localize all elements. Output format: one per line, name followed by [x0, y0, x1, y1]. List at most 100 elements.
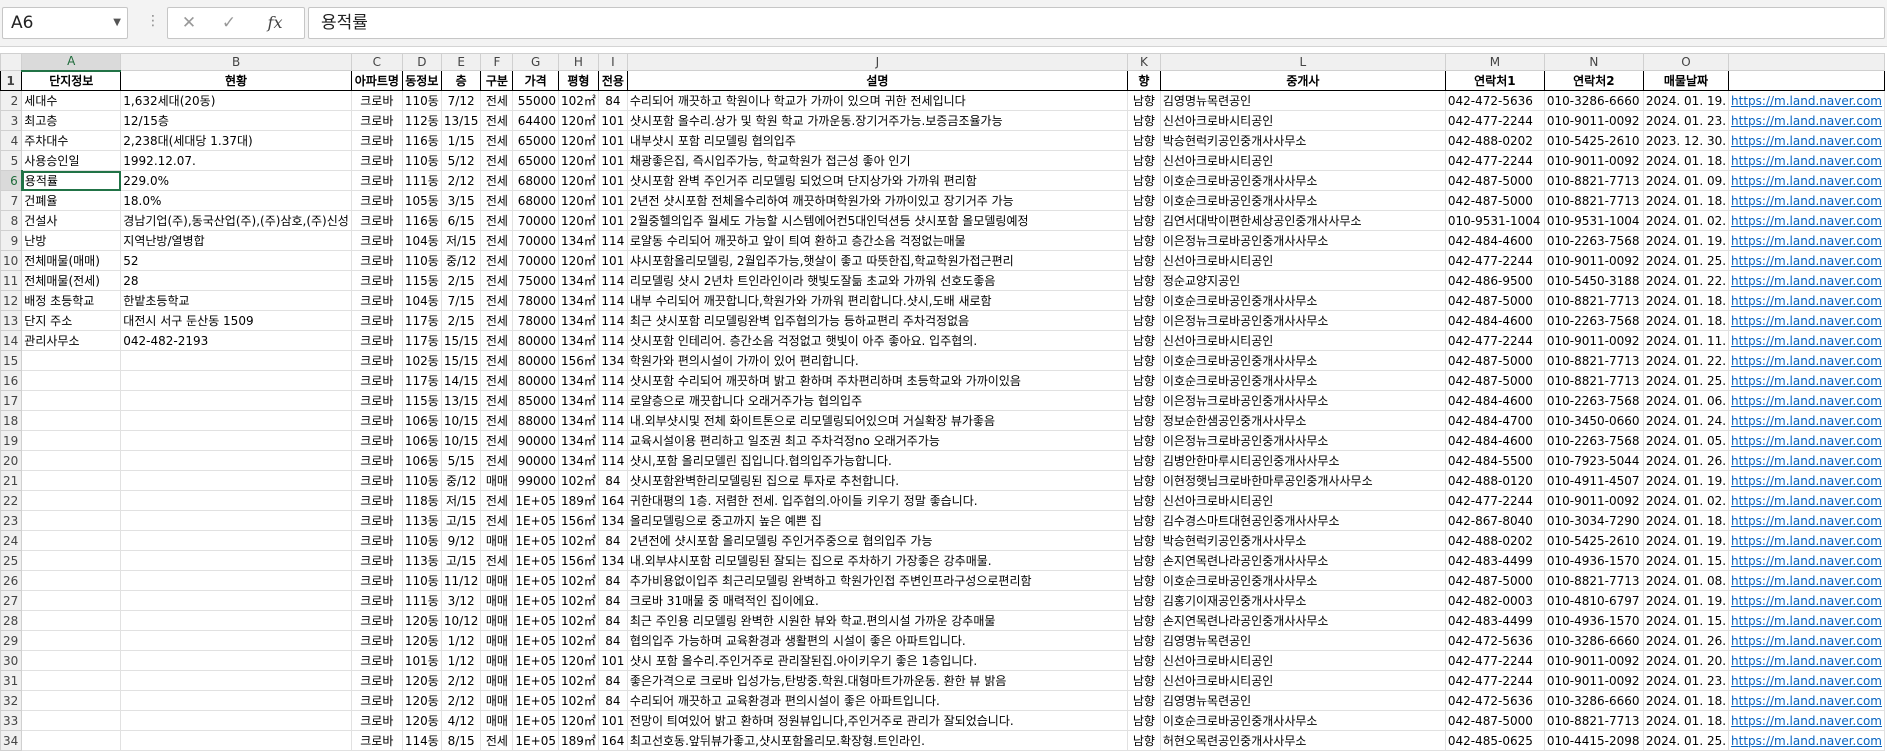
cell[interactable]: 남향	[1126, 190, 1161, 211]
cell[interactable]: 6/15	[440, 210, 482, 231]
cell[interactable]: 이은정뉴크로바공인중개사사무소	[1159, 230, 1446, 251]
cell[interactable]: 010-8821-7713	[1543, 370, 1644, 391]
cell[interactable]: 2월중헬의입주 월세도 가능할 시스템에어컨5대인덕션등 샷시포함 올모델링예정	[626, 210, 1128, 231]
cell[interactable]: 매매	[480, 670, 514, 691]
cell[interactable]: 크로바	[350, 530, 403, 551]
cell[interactable]: 크로바	[350, 270, 403, 291]
row-header[interactable]: 14	[0, 330, 23, 351]
row-header[interactable]: 9	[0, 230, 23, 251]
cell[interactable]: 84	[597, 690, 628, 711]
cell[interactable]: 채광좋은집, 즉시입주가능, 학교학원가 접근성 좋아 인기	[626, 150, 1128, 171]
cell[interactable]: 2024. 01. 25.	[1642, 250, 1730, 271]
cell[interactable]: 최근 샷시포함 리모델링완벽 입주협의가능 등하교편리 주차걱정없음	[626, 310, 1128, 331]
cell[interactable]: 1E+05	[512, 590, 559, 611]
cell[interactable]: 남향	[1126, 430, 1161, 451]
cell[interactable]: 크로바	[350, 130, 403, 151]
cell[interactable]	[120, 570, 352, 591]
cell[interactable]: 이호순크로바공인중개사사무소	[1159, 570, 1446, 591]
cell[interactable]: 전세	[480, 310, 514, 331]
cell[interactable]	[21, 370, 122, 391]
cell[interactable]: 042-477-2244	[1444, 670, 1545, 691]
cell[interactable]: 90000	[512, 430, 559, 451]
cell[interactable]: 전세	[480, 230, 514, 251]
link-cell[interactable]: https://m.land.naver.com	[1728, 690, 1885, 711]
cell[interactable]: 1/15	[440, 130, 482, 151]
cell[interactable]: 이호순크로바공인중개사사무소	[1159, 370, 1446, 391]
cell[interactable]: 156㎡	[557, 350, 599, 371]
link-cell[interactable]: https://m.land.naver.com	[1728, 510, 1885, 531]
cell[interactable]: 크로바	[350, 250, 403, 271]
link-cell[interactable]: https://m.land.naver.com	[1728, 270, 1885, 291]
cell[interactable]: 101	[597, 210, 628, 231]
link-cell[interactable]: https://m.land.naver.com	[1728, 150, 1885, 171]
cell[interactable]: 114	[597, 310, 628, 331]
cell[interactable]: 042-477-2244	[1444, 250, 1545, 271]
cell[interactable]: 010-5425-2610	[1543, 130, 1644, 151]
cell[interactable]: 이은정뉴크로바공인중개사사무소	[1159, 430, 1446, 451]
cell[interactable]: 2/12	[440, 170, 482, 191]
cell[interactable]: 2/12	[440, 670, 482, 691]
cell[interactable]: 80000	[512, 350, 559, 371]
cell[interactable]: 134㎡	[557, 270, 599, 291]
select-all-corner[interactable]	[0, 53, 23, 71]
cell[interactable]: 042-487-5000	[1444, 710, 1545, 731]
row-header[interactable]: 5	[0, 150, 23, 171]
cell[interactable]: 사용승인일	[21, 150, 122, 171]
cell[interactable]: 남향	[1126, 110, 1161, 131]
link-cell[interactable]: https://m.land.naver.com	[1728, 610, 1885, 631]
cell[interactable]: 샷시포함 완벽 주인거주 리모델링 되었으며 단지상가와 가까워 편리함	[626, 170, 1128, 191]
cell[interactable]: 크로바	[350, 110, 403, 131]
cell[interactable]: 101	[597, 710, 628, 731]
cell[interactable]: 남향	[1126, 410, 1161, 431]
cell[interactable]: 2024. 01. 24.	[1642, 410, 1730, 431]
cell[interactable]: 1/12	[440, 630, 482, 651]
cell[interactable]: 전세	[480, 210, 514, 231]
cell[interactable]: 2024. 01. 23.	[1642, 670, 1730, 691]
cell[interactable]: 남향	[1126, 470, 1161, 491]
link-cell[interactable]: https://m.land.naver.com	[1728, 250, 1885, 271]
cell[interactable]: 101	[597, 150, 628, 171]
cell[interactable]: 010-8821-7713	[1543, 350, 1644, 371]
cell[interactable]: 10/12	[440, 610, 482, 631]
cell[interactable]: 84	[597, 670, 628, 691]
cell[interactable]: 102㎡	[557, 690, 599, 711]
cell[interactable]: 11/12	[440, 570, 482, 591]
cell[interactable]	[21, 490, 122, 511]
cell[interactable]: 2024. 01. 02.	[1642, 210, 1730, 231]
cell[interactable]: 102동	[401, 350, 442, 371]
cell[interactable]	[120, 410, 352, 431]
cell[interactable]: 120㎡	[557, 190, 599, 211]
cell[interactable]: 전세	[480, 130, 514, 151]
cell[interactable]: 중/12	[440, 250, 482, 271]
cell[interactable]: 한밭초등학교	[120, 290, 352, 311]
cell[interactable]: 2/15	[440, 310, 482, 331]
cell[interactable]: 저/15	[440, 490, 482, 511]
header-cell[interactable]: 연락처1	[1444, 70, 1545, 91]
link-cell[interactable]: https://m.land.naver.com	[1728, 570, 1885, 591]
cell[interactable]: 크로바	[350, 650, 403, 671]
cell[interactable]: 학원가와 편의시설이 가까이 있어 편리합니다.	[626, 350, 1128, 371]
cell[interactable]: 정보순한샘공인중개사사무소	[1159, 410, 1446, 431]
cell[interactable]: 2024. 01. 11.	[1642, 330, 1730, 351]
cell[interactable]: 2024. 01. 19.	[1642, 230, 1730, 251]
cell[interactable]: 신선아크로바시티공인	[1159, 490, 1446, 511]
cell[interactable]	[21, 390, 122, 411]
row-header[interactable]: 6	[0, 170, 23, 191]
cell[interactable]: 120㎡	[557, 170, 599, 191]
cell[interactable]: 김영명뉴목련공인	[1159, 690, 1446, 711]
cell[interactable]: 114	[597, 270, 628, 291]
cell[interactable]: 70000	[512, 210, 559, 231]
header-cell[interactable]: 향	[1126, 70, 1161, 91]
cell[interactable]: 내.외부샤시포함 리모델링된 잘되는 집으로 주차하기 가장좋은 강추매물.	[626, 550, 1128, 571]
cell[interactable]: 전세	[480, 430, 514, 451]
cell[interactable]: 크로바	[350, 730, 403, 751]
column-header[interactable]: H	[557, 53, 599, 71]
cell[interactable]	[120, 490, 352, 511]
cell[interactable]: 샷시포함 수리되어 깨끗하며 밝고 환하며 주차편리하며 초등학교와 가까이있음	[626, 370, 1128, 391]
cell[interactable]: 010-3286-6660	[1543, 630, 1644, 651]
cell[interactable]: 010-2263-7568	[1543, 430, 1644, 451]
cell[interactable]: 전세	[480, 450, 514, 471]
cell[interactable]	[120, 510, 352, 531]
cell[interactable]: 수리되어 깨끗하고 교육환경과 편의시설이 좋은 아파트입니다.	[626, 690, 1128, 711]
cell[interactable]: 010-3286-6660	[1543, 690, 1644, 711]
